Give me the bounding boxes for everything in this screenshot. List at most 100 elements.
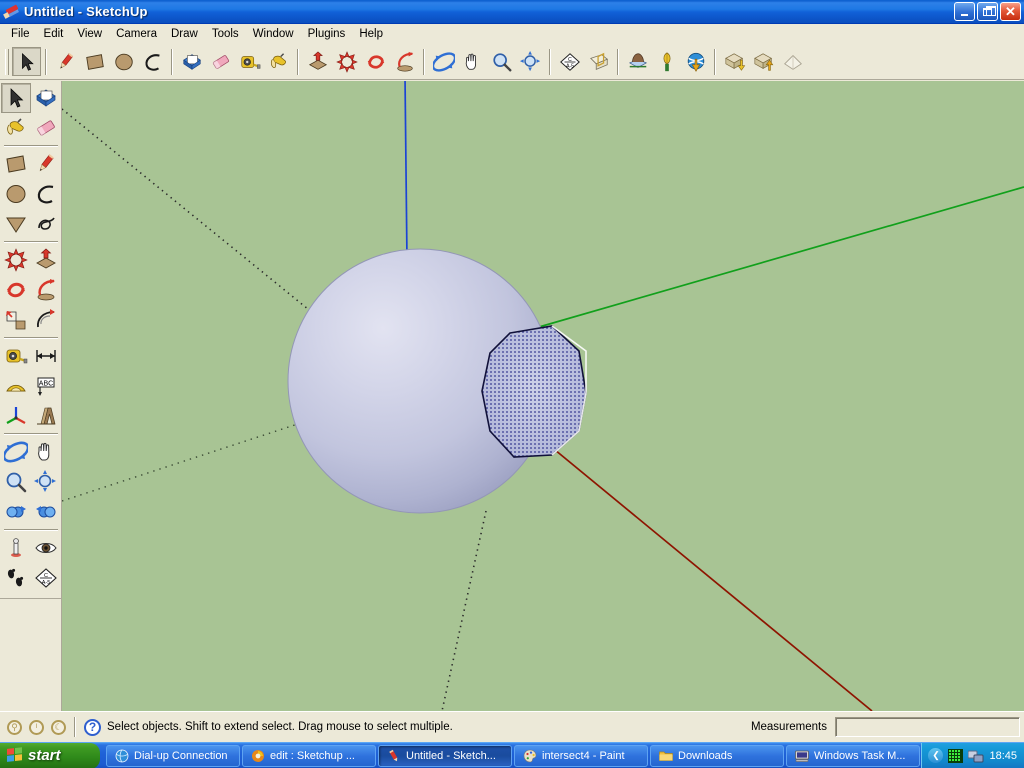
3d-text-tool[interactable]	[31, 401, 61, 431]
zoom-tool[interactable]	[487, 47, 516, 76]
start-button[interactable]: start	[0, 742, 100, 768]
taskbar: start Dial-up Connection edit : Sketchup …	[0, 742, 1024, 768]
help-icon[interactable]: ?	[84, 718, 101, 736]
push-pull-tool[interactable]	[303, 47, 332, 76]
paint-bucket-tool[interactable]	[264, 47, 293, 76]
tape-measure-tool[interactable]	[1, 341, 31, 371]
network-tray-icon[interactable]	[968, 749, 984, 763]
minimize-button[interactable]	[954, 2, 975, 21]
make-component-tool[interactable]	[177, 47, 206, 76]
select-tool[interactable]	[12, 47, 41, 76]
eraser-tool[interactable]	[31, 113, 61, 143]
circle-tool[interactable]	[1, 179, 31, 209]
follow-me-tool[interactable]	[390, 47, 419, 76]
add-location-tool[interactable]	[623, 47, 652, 76]
menu-item-camera[interactable]: Camera	[109, 26, 164, 42]
menu-item-window[interactable]: Window	[246, 26, 301, 42]
left-toolbar: ABC C A-5	[0, 81, 62, 599]
rotate-tool[interactable]	[1, 275, 31, 305]
tray-expand-icon[interactable]: ❮	[928, 748, 944, 763]
toolbar-row	[1, 209, 61, 239]
toolbar-row	[1, 83, 61, 113]
tape-measure-tool[interactable]	[235, 47, 264, 76]
network-globe-icon	[115, 749, 129, 763]
push-pull-tool[interactable]	[31, 245, 61, 275]
pan-tool[interactable]	[31, 437, 61, 467]
menu-item-help[interactable]: Help	[352, 26, 390, 42]
menu-item-draw[interactable]: Draw	[164, 26, 205, 42]
toolbar-row	[1, 467, 61, 497]
look-around-tool[interactable]	[31, 533, 61, 563]
make-component-tool[interactable]	[31, 83, 61, 113]
text-tool[interactable]: ABC	[31, 371, 61, 401]
polygon-tool[interactable]	[1, 209, 31, 239]
measurements-input[interactable]	[835, 717, 1020, 737]
share-component-tool[interactable]	[778, 47, 807, 76]
menu-item-file[interactable]: File	[4, 26, 37, 42]
get-models-tool[interactable]	[720, 47, 749, 76]
circle-tool[interactable]	[109, 47, 138, 76]
restore-button[interactable]	[977, 2, 998, 21]
toolbar-separator	[45, 48, 47, 75]
task-manager-tray-icon[interactable]	[948, 748, 964, 763]
taskbar-item-downloads[interactable]: Downloads	[650, 744, 784, 767]
taskbar-item-taskmanager[interactable]: Windows Task M...	[786, 744, 920, 767]
share-model-tool[interactable]	[749, 47, 778, 76]
geo-location-indicator[interactable]: ⚲	[7, 719, 22, 735]
shadow-indicator[interactable]: ☾	[51, 719, 66, 735]
zoom-extents-tool[interactable]	[516, 47, 545, 76]
credits-indicator[interactable]: ᴵ	[29, 719, 44, 735]
walk-tool[interactable]	[1, 563, 31, 593]
taskbar-items: Dial-up Connection edit : Sketchup ... Unt…	[106, 744, 920, 767]
zoom-window-tool[interactable]	[31, 467, 61, 497]
taskbar-item-paint[interactable]: intersect4 - Paint	[514, 744, 648, 767]
line-tool[interactable]	[51, 47, 80, 76]
left-toolbar-filler	[0, 599, 62, 711]
toolbar-row	[1, 533, 61, 563]
task-manager-icon	[795, 749, 809, 763]
position-camera-tool[interactable]	[1, 533, 31, 563]
taskbar-item-dialup[interactable]: Dial-up Connection	[106, 744, 240, 767]
taskbar-item-sketchup-edit[interactable]: edit : Sketchup ...	[242, 744, 376, 767]
protractor-tool[interactable]	[1, 371, 31, 401]
rectangle-tool[interactable]	[1, 149, 31, 179]
next-view-tool[interactable]	[31, 497, 61, 527]
menu-item-edit[interactable]: Edit	[37, 26, 71, 42]
paint-bucket-tool[interactable]	[1, 113, 31, 143]
rotate-tool[interactable]	[361, 47, 390, 76]
toolbar-separator	[549, 48, 551, 75]
previous-view-tool[interactable]	[1, 497, 31, 527]
sketchup-pencil-icon	[387, 749, 401, 763]
eraser-tool[interactable]	[206, 47, 235, 76]
offset-tool[interactable]	[31, 305, 61, 335]
menu-item-tools[interactable]: Tools	[205, 26, 246, 42]
toolbar-grip[interactable]	[5, 48, 9, 75]
taskbar-item-sketchup[interactable]: Untitled - Sketch...	[378, 744, 512, 767]
follow-me-tool[interactable]	[31, 275, 61, 305]
section-plane-tool[interactable]: C A-5	[555, 47, 584, 76]
section-plane-tool[interactable]: C A-5	[31, 563, 61, 593]
freehand-tool[interactable]	[31, 209, 61, 239]
zoom-tool[interactable]	[1, 467, 31, 497]
move-tool[interactable]	[332, 47, 361, 76]
line-tool[interactable]	[31, 149, 61, 179]
drawing-canvas[interactable]	[62, 81, 1024, 711]
pan-tool[interactable]	[458, 47, 487, 76]
select-tool[interactable]	[1, 83, 31, 113]
axes-tool[interactable]	[1, 401, 31, 431]
rectangle-tool[interactable]	[80, 47, 109, 76]
orbit-tool[interactable]	[1, 437, 31, 467]
orbit-tool[interactable]	[429, 47, 458, 76]
dimension-tool[interactable]	[31, 341, 61, 371]
move-tool[interactable]	[1, 245, 31, 275]
close-button[interactable]: ✕	[1000, 2, 1021, 21]
menu-item-plugins[interactable]: Plugins	[301, 26, 353, 42]
arc-tool[interactable]	[31, 179, 61, 209]
menu-item-view[interactable]: View	[70, 26, 109, 42]
toolbar-separator	[617, 48, 619, 75]
arc-tool[interactable]	[138, 47, 167, 76]
section-display-tool[interactable]	[584, 47, 613, 76]
place-model-tool[interactable]	[681, 47, 710, 76]
toggle-terrain-tool[interactable]	[652, 47, 681, 76]
scale-tool[interactable]	[1, 305, 31, 335]
